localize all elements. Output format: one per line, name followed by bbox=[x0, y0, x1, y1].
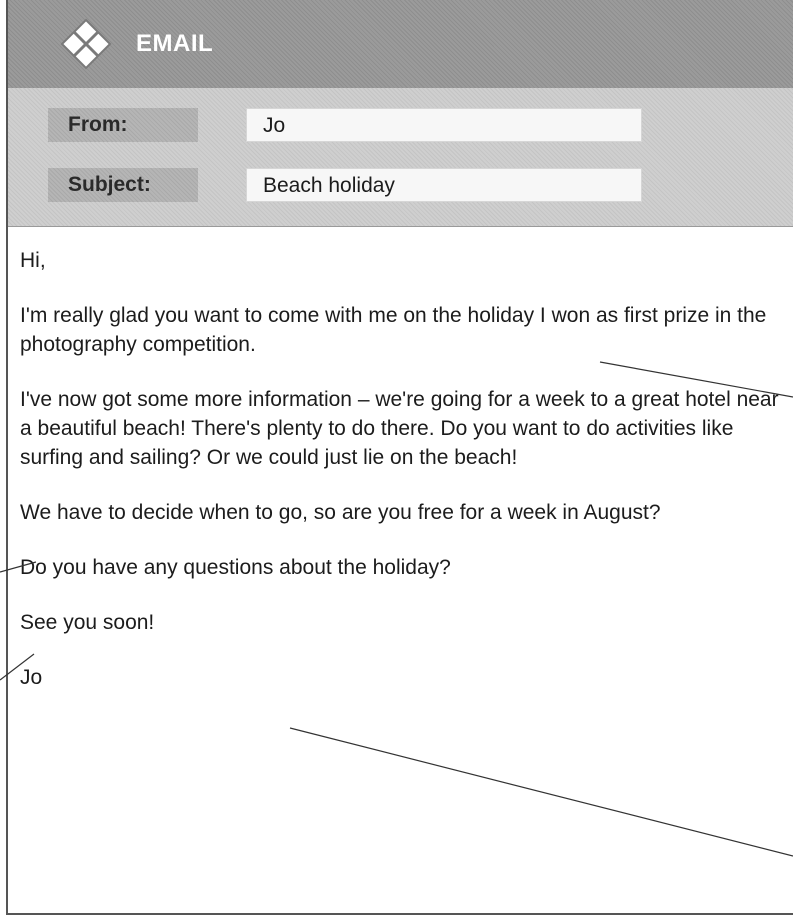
signature: Jo bbox=[20, 666, 43, 689]
body-paragraph: Do you have any questions about the holi… bbox=[20, 556, 451, 579]
body-paragraph: We have to decide when to go, so are you… bbox=[20, 501, 661, 524]
email-body[interactable]: Hi, I'm really glad you want to come wit… bbox=[20, 246, 780, 692]
greeting: Hi, bbox=[20, 249, 46, 272]
email-header: From: Jo Subject: Beach holiday bbox=[8, 88, 793, 227]
app-title: EMAIL bbox=[136, 30, 214, 57]
subject-field[interactable]: Beach holiday bbox=[246, 168, 642, 202]
title-bar: EMAIL bbox=[8, 0, 793, 88]
body-paragraph: See you soon! bbox=[20, 611, 155, 634]
from-label: From: bbox=[48, 108, 198, 142]
envelope-diamond-icon bbox=[60, 18, 112, 70]
body-paragraph: I'm really glad you want to come with me… bbox=[20, 304, 767, 356]
body-paragraph: I've now got some more information – we'… bbox=[20, 388, 779, 469]
from-field[interactable]: Jo bbox=[246, 108, 642, 142]
subject-label: Subject: bbox=[48, 168, 198, 202]
